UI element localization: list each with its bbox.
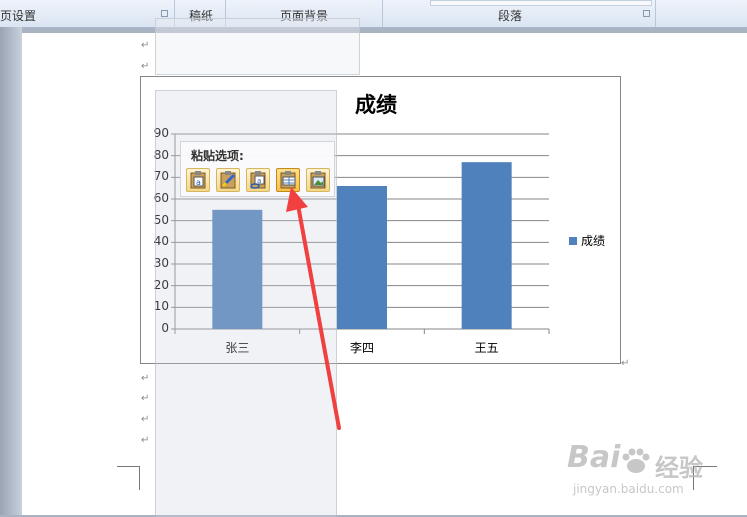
watermark-url: jingyan.baidu.com <box>573 482 684 496</box>
paw-icon <box>622 448 650 473</box>
watermark-brand: Bai <box>567 440 621 475</box>
watermark-brand-suffix: 经验 <box>655 454 703 482</box>
red-arrow-annotation <box>286 187 341 430</box>
